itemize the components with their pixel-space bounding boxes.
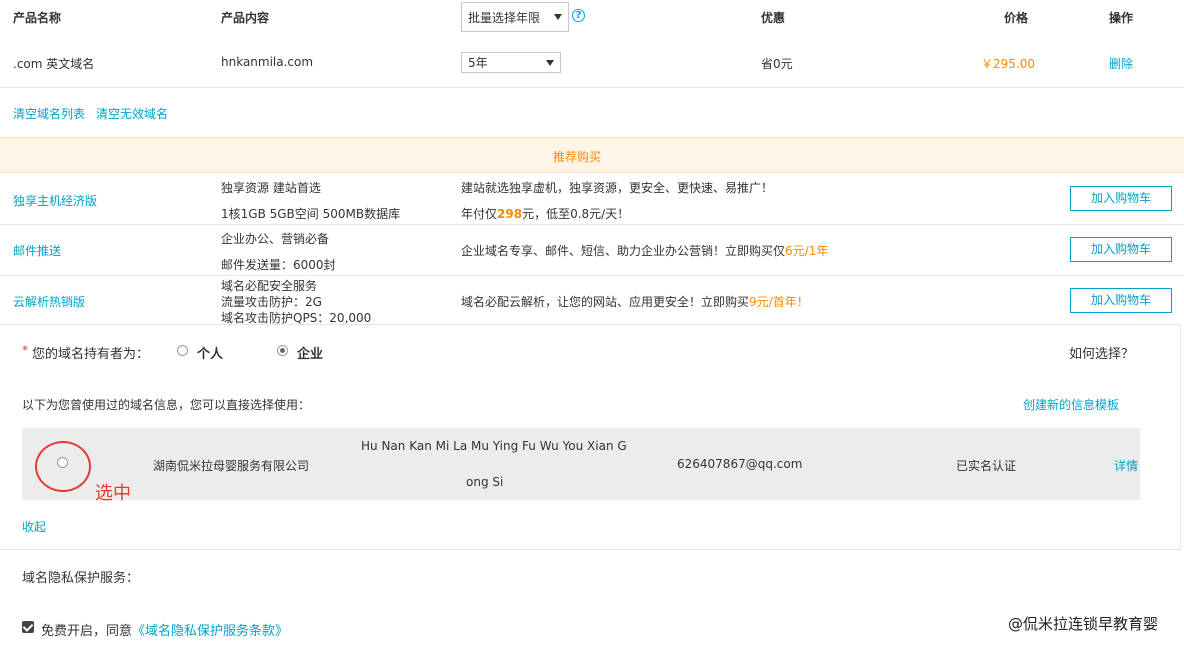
recommend-item-name[interactable]: 邮件推送 — [13, 242, 61, 259]
annotation-circle — [35, 441, 91, 492]
recommend-header: 推荐购买 — [0, 137, 1184, 173]
col-action: 操作 — [1109, 11, 1134, 25]
how-to-choose-link[interactable]: 如何选择？ — [1069, 343, 1134, 362]
recommend-item-content: 域名必配安全服务 — [221, 279, 318, 293]
holder-label: 您的域名持有者为： — [32, 347, 150, 362]
recommend-item-highlight: 298 — [497, 207, 523, 221]
col-discount: 优惠 — [761, 11, 786, 25]
add-to-cart-button[interactable]: 加入购物车 — [1070, 237, 1172, 262]
item-price: ￥295.00 — [981, 57, 1035, 71]
template-entry[interactable]: 湖南侃米拉母婴服务有限公司 Hu Nan Kan Mi La Mu Ying F… — [22, 428, 1140, 500]
delete-link[interactable]: 删除 — [1109, 55, 1133, 72]
recommend-item-desc-pre: 域名必配云解析，让您的网站、应用更安全！立即购买 — [461, 295, 750, 309]
privacy-agree: 免费开启，同意《域名隐私保护服务条款》 — [41, 620, 288, 639]
item-discount: 省0元 — [761, 57, 793, 71]
holder-company-label[interactable]: 企业 — [297, 343, 323, 362]
recommend-item-content: 独享资源 建站首选 — [221, 181, 321, 195]
recommend-item-desc: 建站就选独享虚机，独享资源，更安全、更快速、易推广！ — [461, 181, 774, 195]
table-row: .com 英文域名 hnkanmila.com 5年 省0元 ￥295.00 删… — [0, 37, 1184, 87]
recommend-item-highlight: 9元/首年！ — [749, 295, 809, 309]
recommend-item-content: 流量攻击防护：2G — [221, 295, 322, 309]
template-company-en: Hu Nan Kan Mi La Mu Ying Fu Wu You Xian … — [361, 439, 627, 453]
item-domain: hnkanmila.com — [221, 55, 314, 69]
required-mark: * — [22, 343, 28, 357]
recommend-row: 云解析热销版 域名必配安全服务 流量攻击防护：2G 域名攻击防护QPS：20,0… — [0, 276, 1184, 325]
recommend-item-desc-pre: 企业域名专享、邮件、短信、助力企业办公营销！立即购买仅 — [461, 244, 786, 258]
template-company-cn: 湖南侃米拉母婴服务有限公司 — [153, 459, 310, 473]
add-to-cart-button[interactable]: 加入购物车 — [1070, 186, 1172, 211]
holder-personal-radio[interactable] — [177, 345, 188, 356]
watermark: @侃米拉连锁早教育婴 — [1008, 615, 1159, 633]
add-to-cart-button[interactable]: 加入购物车 — [1070, 288, 1172, 313]
template-company-en: ong Si — [466, 475, 504, 489]
holder-company-radio[interactable] — [277, 345, 288, 356]
clear-domain-list-link[interactable]: 清空域名列表 — [13, 105, 85, 122]
batch-years-select-value: 批量选择年限 — [468, 10, 541, 25]
recommend-item-desc-pre: 年付仅 — [461, 207, 498, 221]
table-header: 产品名称 产品内容 批量选择年限 ? 优惠 价格 操作 — [0, 0, 1184, 37]
templates-hint: 以下为您曾使用过的域名信息，您可以直接选择使用： — [22, 398, 311, 412]
col-price: 价格 — [1004, 11, 1029, 25]
recommend-item-name[interactable]: 云解析热销版 — [13, 293, 85, 310]
recommend-item-desc: 年付仅298元，低至0.8元/天！ — [461, 205, 629, 222]
recommend-title: 推荐购买 — [553, 150, 602, 164]
annotation-text: 选中 — [95, 483, 131, 504]
template-email: 626407867@qq.com — [677, 457, 803, 471]
recommend-row: 独享主机经济版 独享资源 建站首选 1核1GB 5GB空间 500MB数据库 建… — [0, 174, 1184, 224]
recommend-item-desc: 企业域名专享、邮件、短信、助力企业办公营销！立即购买仅6元/1年 — [461, 242, 828, 259]
collapse-link[interactable]: 收起 — [22, 518, 46, 535]
recommend-item-desc-post: 元，低至0.8元/天！ — [522, 207, 630, 221]
recommend-item-content: 1核1GB 5GB空间 500MB数据库 — [221, 207, 401, 221]
recommend-item-name[interactable]: 独享主机经济版 — [13, 192, 97, 209]
clear-invalid-domains-link[interactable]: 清空无效域名 — [96, 105, 168, 122]
col-product-name: 产品名称 — [13, 11, 62, 25]
chevron-down-icon — [546, 59, 554, 66]
recommend-item-content: 企业办公、营销必备 — [221, 232, 330, 246]
privacy-title: 域名隐私保护服务： — [22, 571, 140, 586]
holder-personal-label[interactable]: 个人 — [197, 343, 223, 362]
template-status: 已实名认证 — [956, 459, 1017, 473]
privacy-agree-text: 免费开启，同意 — [41, 624, 133, 639]
batch-years-select[interactable]: 批量选择年限 — [461, 2, 569, 32]
recommend-item-content: 邮件发送量：6000封 — [221, 258, 336, 272]
chevron-down-icon — [554, 14, 562, 20]
recommend-item-highlight: 6元/1年 — [785, 244, 829, 258]
years-select[interactable]: 5年 — [461, 52, 561, 73]
recommend-item-desc: 域名必配云解析，让您的网站、应用更安全！立即购买9元/首年！ — [461, 293, 809, 310]
privacy-checkbox[interactable] — [22, 621, 34, 633]
privacy-terms-link[interactable]: 《域名隐私保护服务条款》 — [132, 624, 288, 639]
years-select-value: 5年 — [468, 56, 488, 70]
divider — [0, 87, 1184, 88]
help-icon[interactable]: ? — [572, 9, 585, 22]
template-detail-link[interactable]: 详情 — [1114, 457, 1138, 474]
item-name: .com 英文域名 — [13, 57, 95, 71]
col-product-content: 产品内容 — [221, 11, 270, 25]
create-template-link[interactable]: 创建新的信息模板 — [1023, 396, 1119, 413]
recommend-row: 邮件推送 企业办公、营销必备 邮件发送量：6000封 企业域名专享、邮件、短信、… — [0, 225, 1184, 275]
